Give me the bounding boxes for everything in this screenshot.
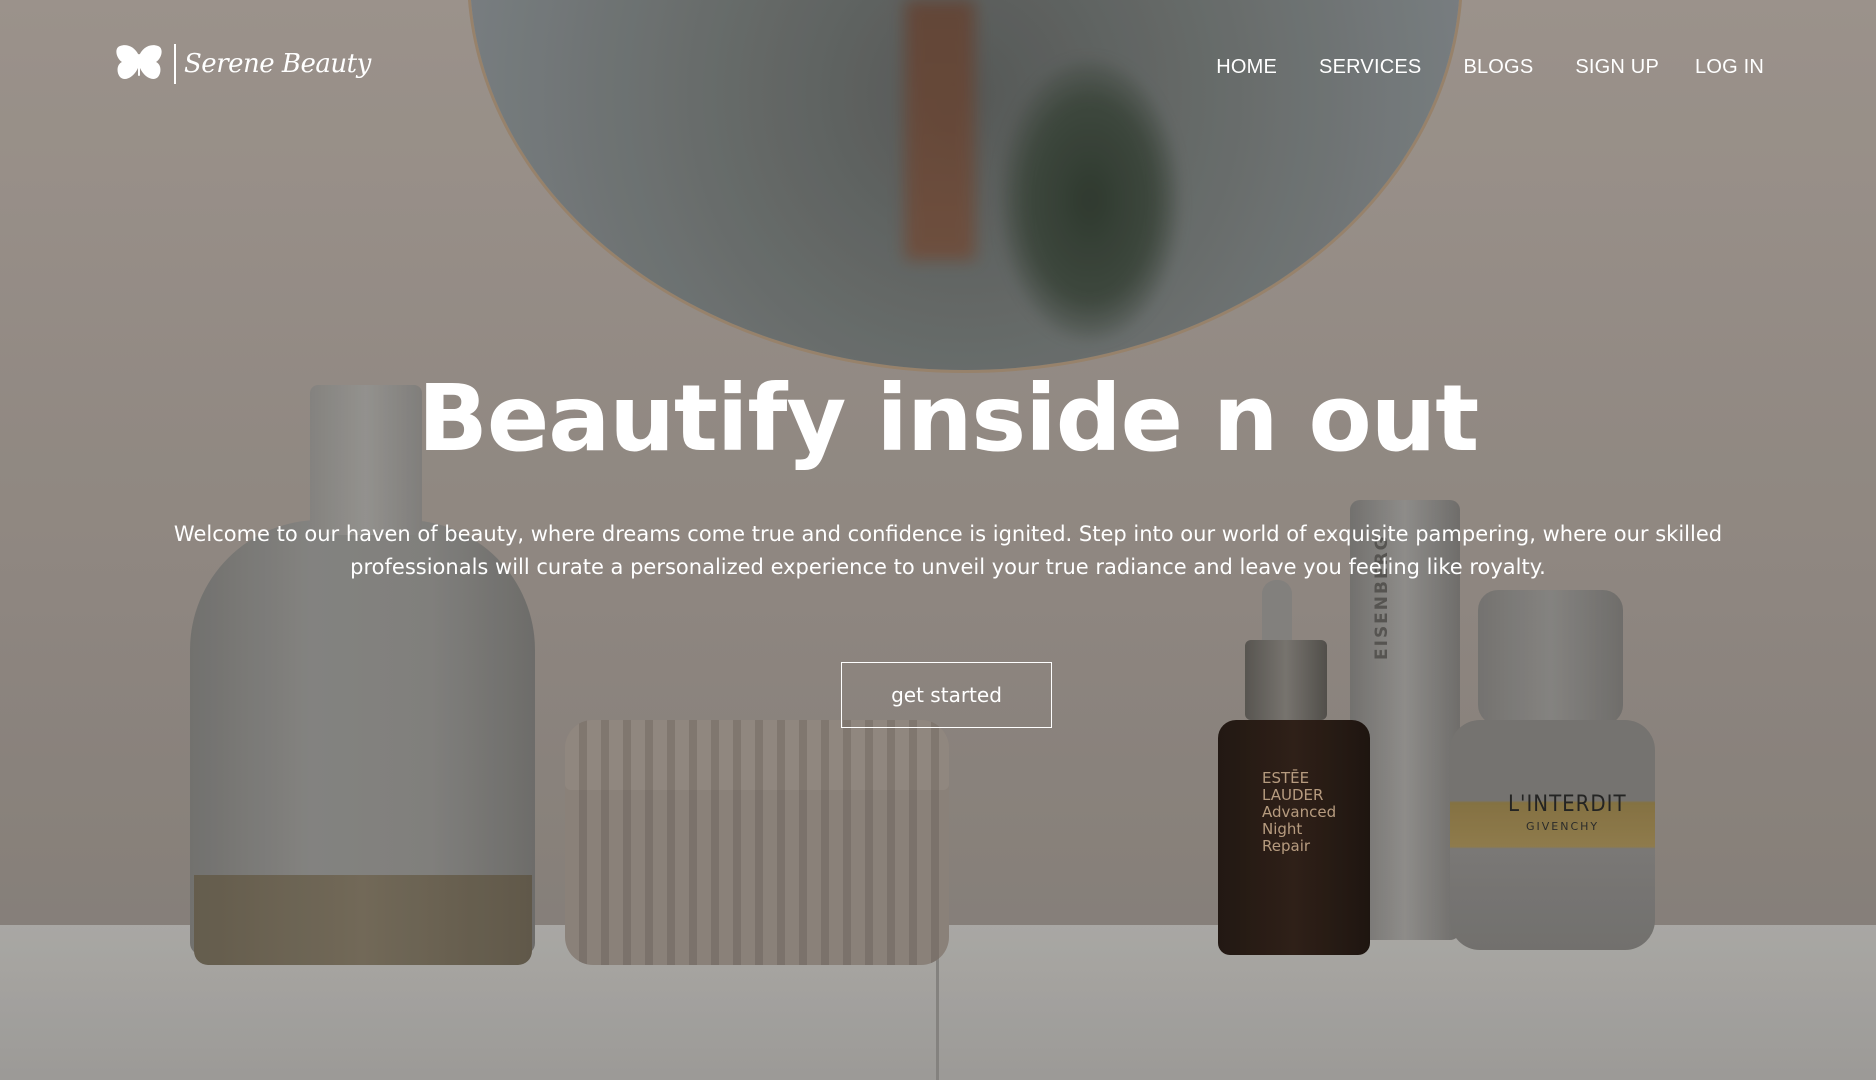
brand-name: Serene Beauty xyxy=(184,49,371,79)
hero-description: Welcome to our haven of beauty, where dr… xyxy=(173,522,1723,579)
brand-logo[interactable]: Serene Beauty xyxy=(114,44,371,84)
nav-item-services[interactable]: SERVICES xyxy=(1319,56,1421,79)
hero-section: EISENBERG ESTĒE LAUDER Advanced Night Re… xyxy=(0,0,1876,1080)
butterfly-icon xyxy=(116,45,162,79)
logo-divider xyxy=(174,44,176,84)
site-header: Serene Beauty HOME SERVICES BLOGS SIGN U… xyxy=(0,0,1876,140)
hero-title: Beautify inside n out xyxy=(417,365,1479,472)
main-nav: HOME SERVICES BLOGS SIGN UP LOG IN xyxy=(1216,56,1764,79)
nav-item-sign-up[interactable]: SIGN UP xyxy=(1575,56,1659,79)
nav-item-home[interactable]: HOME xyxy=(1216,56,1277,79)
nav-item-log-in[interactable]: LOG IN xyxy=(1695,56,1764,79)
nav-item-blogs[interactable]: BLOGS xyxy=(1463,56,1533,79)
get-started-button[interactable]: get started xyxy=(841,662,1052,728)
